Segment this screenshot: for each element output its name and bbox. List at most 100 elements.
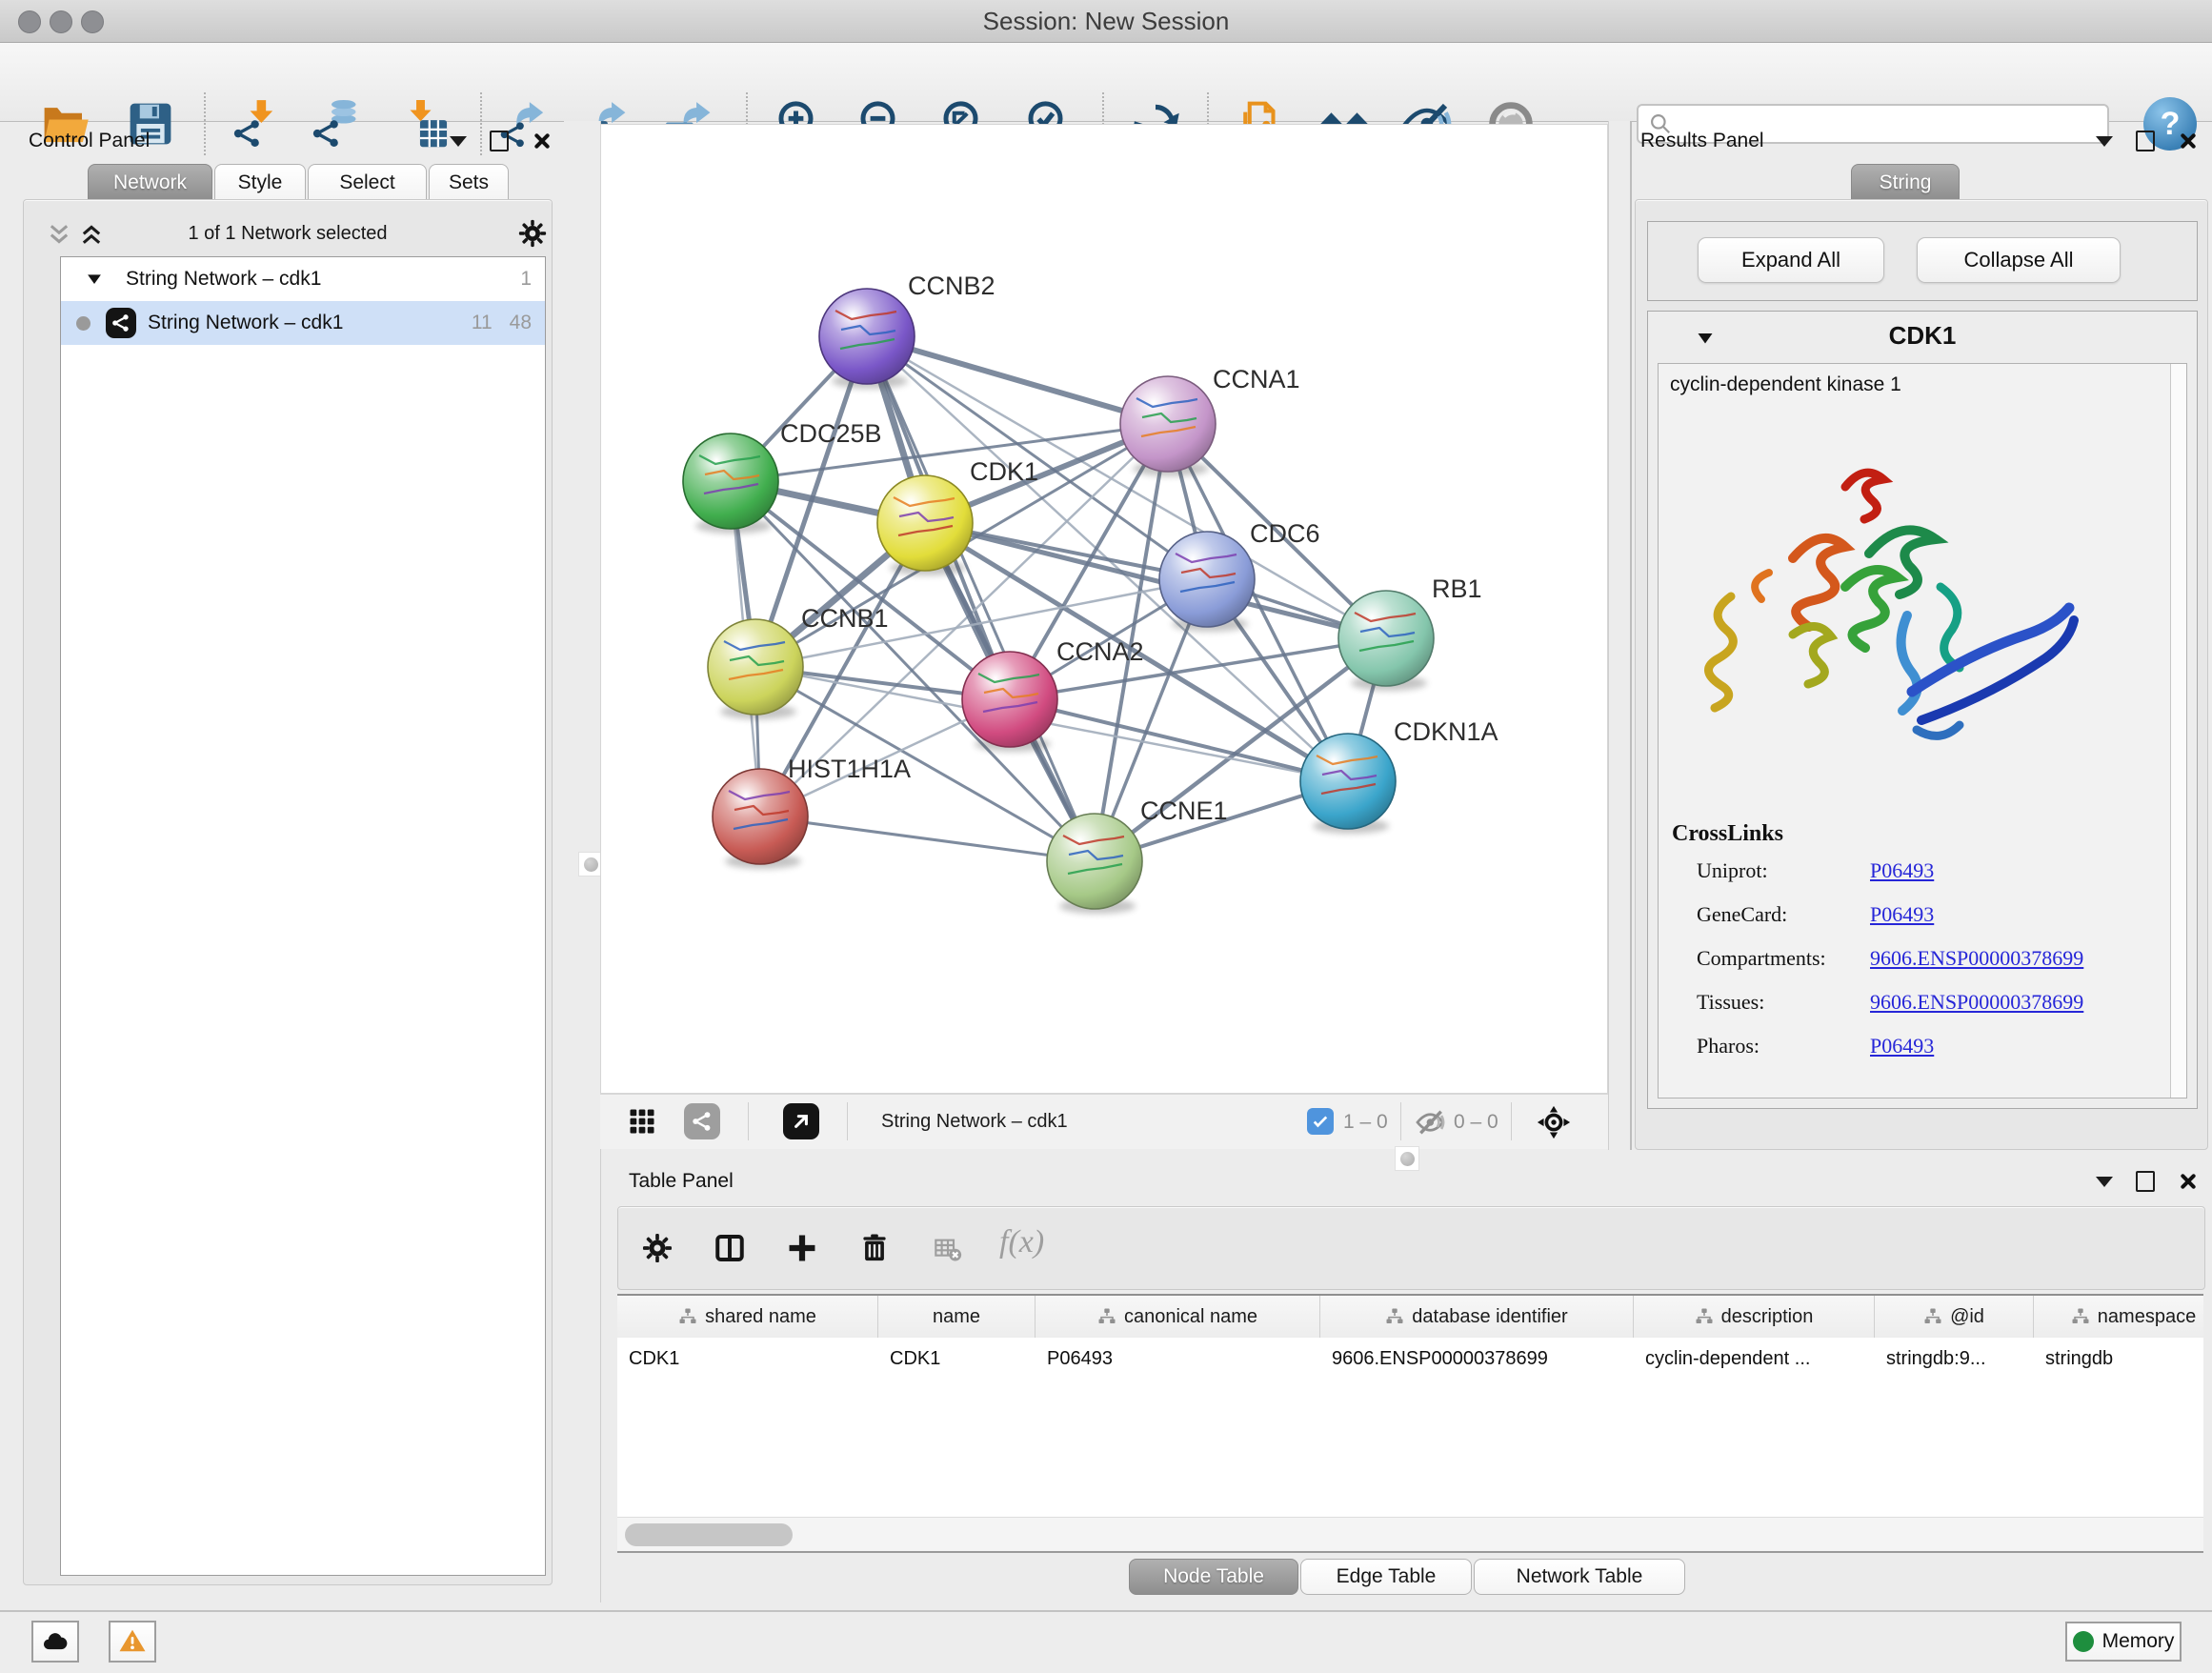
column-type-icon <box>2071 1307 2090 1326</box>
table-data-row[interactable]: CDK1CDK1P064939606.ENSP00000378699cyclin… <box>617 1338 2203 1380</box>
node-label: RB1 <box>1432 574 1482 603</box>
delete-column-icon[interactable] <box>858 1232 891 1264</box>
table-hscrollbar[interactable] <box>617 1517 2203 1552</box>
crosslink-uniprot-link[interactable]: P06493 <box>1870 858 1934 883</box>
warnings-button[interactable] <box>109 1621 156 1663</box>
network-node-CDC25B[interactable] <box>683 433 778 529</box>
tab-sets[interactable]: Sets <box>429 164 509 200</box>
panel-float-icon[interactable] <box>490 131 509 151</box>
panel-float-icon[interactable] <box>2136 131 2155 151</box>
open-in-window-chip[interactable] <box>783 1103 819 1139</box>
network-panel-body: 1 of 1 Network selected String Network –… <box>23 199 553 1585</box>
column-header-namespace[interactable]: namespace <box>2034 1296 2203 1338</box>
network-tree-child-row[interactable]: String Network – cdk1 11 48 <box>61 301 545 345</box>
network-node-CDK1[interactable] <box>877 475 973 571</box>
tree-expand-triangle-icon[interactable] <box>84 269 105 290</box>
network-canvas[interactable]: CCNB2CCNA1CDC25BCDK1CDC6RB1CCNB1CCNA2CDK… <box>600 124 1608 1094</box>
hscrollbar-thumb[interactable] <box>625 1523 793 1546</box>
column-header-database-identifier[interactable]: database identifier <box>1320 1296 1634 1338</box>
network-node-CDC6[interactable] <box>1159 532 1255 627</box>
network-node-RB1[interactable] <box>1338 591 1434 686</box>
network-node-CCNA2[interactable] <box>962 652 1057 747</box>
expand-all-button[interactable]: Expand All <box>1698 237 1884 283</box>
network-edge[interactable] <box>760 816 1095 861</box>
panel-float-icon[interactable] <box>2136 1171 2155 1192</box>
column-header-canonical-name[interactable]: canonical name <box>1036 1296 1320 1338</box>
tab-network[interactable]: Network <box>88 164 212 200</box>
gene-description: cyclin-dependent kinase 1 <box>1670 373 1901 396</box>
collapse-all-button[interactable]: Collapse All <box>1917 237 2121 283</box>
crosshair-icon[interactable] <box>1536 1104 1572 1140</box>
tab-network-table[interactable]: Network Table <box>1474 1559 1685 1595</box>
add-column-icon[interactable] <box>786 1232 818 1264</box>
node-label: CDK1 <box>970 457 1038 486</box>
network-node-CCNB2[interactable] <box>819 289 915 384</box>
control-panel-title: Control Panel <box>29 130 150 152</box>
tab-select[interactable]: Select <box>308 164 427 200</box>
column-type-icon <box>1695 1307 1714 1326</box>
column-type-icon <box>1385 1307 1404 1326</box>
selected-checkbox[interactable] <box>1307 1108 1334 1135</box>
network-tree-root-row[interactable]: String Network – cdk1 1 <box>61 257 545 301</box>
left-splitter[interactable] <box>564 121 601 1602</box>
network-view-title: String Network – cdk1 <box>881 1095 1068 1149</box>
memory-label: Memory <box>2102 1630 2175 1653</box>
column-header-description[interactable]: description <box>1634 1296 1875 1338</box>
network-graph: CCNB2CCNA1CDC25BCDK1CDC6RB1CCNB1CCNA2CDK… <box>601 125 1607 1093</box>
panel-menu-icon[interactable] <box>2096 1177 2113 1187</box>
main-toolbar: ? <box>0 43 2212 122</box>
crosslink-genecard-link[interactable]: P06493 <box>1870 902 1934 927</box>
tab-node-table[interactable]: Node Table <box>1129 1559 1298 1595</box>
crosslink-compartments-link[interactable]: 9606.ENSP00000378699 <box>1870 946 2083 971</box>
right-splitter[interactable] <box>1608 121 1632 1150</box>
table-cell[interactable]: stringdb <box>2034 1338 2203 1380</box>
table-settings-gear-icon[interactable] <box>641 1232 674 1264</box>
show-columns-icon[interactable] <box>714 1232 746 1264</box>
memory-button[interactable]: Memory <box>2065 1622 2182 1662</box>
table-cell[interactable]: cyclin-dependent ... <box>1634 1338 1875 1380</box>
network-tree: String Network – cdk1 1 String Network –… <box>60 256 546 1576</box>
table-cell[interactable]: stringdb:9... <box>1875 1338 2034 1380</box>
tab-string[interactable]: String <box>1851 164 1960 200</box>
tab-edge-table[interactable]: Edge Table <box>1300 1559 1472 1595</box>
arrow-ne-icon <box>789 1109 814 1134</box>
network-node-CCNE1[interactable] <box>1047 814 1142 909</box>
panel-close-icon[interactable] <box>2178 131 2197 151</box>
crosslink-tissues-link[interactable]: 9606.ENSP00000378699 <box>1870 990 2083 1015</box>
network-node-CDKN1A[interactable] <box>1300 734 1396 829</box>
network-node-CCNB1[interactable] <box>708 619 803 715</box>
network-node-CCNA1[interactable] <box>1120 376 1216 472</box>
share-view-chip[interactable] <box>684 1103 720 1139</box>
crosslink-row: Tissues: <box>1697 990 1764 1015</box>
share-network-icon <box>111 313 131 333</box>
table-cell[interactable]: 9606.ENSP00000378699 <box>1320 1338 1634 1380</box>
table-panel-header: Table Panel <box>600 1164 2212 1199</box>
table-cell[interactable]: CDK1 <box>617 1338 878 1380</box>
network-status-dot-icon <box>76 316 90 331</box>
network-view-toolbar: String Network – cdk1 1 – 0 0 – 0 <box>600 1094 1608 1149</box>
delete-table-icon[interactable] <box>933 1234 963 1264</box>
panel-close-icon[interactable] <box>2178 1172 2197 1191</box>
network-node-HIST1H1A[interactable] <box>713 769 808 864</box>
cloud-status-button[interactable] <box>31 1621 79 1663</box>
table-cell[interactable]: CDK1 <box>878 1338 1036 1380</box>
crosslink-pharos-link[interactable]: P06493 <box>1870 1034 1934 1058</box>
panel-menu-icon[interactable] <box>450 136 467 147</box>
column-header-name[interactable]: name <box>878 1296 1036 1338</box>
tab-style[interactable]: Style <box>214 164 306 200</box>
column-type-icon <box>1097 1307 1116 1326</box>
hidden-eye-slash-icon[interactable] <box>1416 1107 1446 1138</box>
crosslink-row: GeneCard: <box>1697 902 1787 927</box>
node-label: CCNA1 <box>1213 365 1300 393</box>
results-scrollbar[interactable] <box>2170 364 2186 1098</box>
column-header--id[interactable]: @id <box>1875 1296 2034 1338</box>
panel-menu-icon[interactable] <box>2096 136 2113 147</box>
grid-view-icon[interactable] <box>628 1107 656 1136</box>
network-options-gear-icon[interactable] <box>517 218 548 249</box>
node-count: 11 <box>472 312 493 334</box>
function-builder-fx[interactable]: f(x) <box>999 1224 1044 1260</box>
column-header-shared-name[interactable]: shared name <box>617 1296 878 1338</box>
hidden-count-badge: 0 – 0 <box>1454 1095 1498 1149</box>
panel-close-icon[interactable] <box>532 131 551 151</box>
table-cell[interactable]: P06493 <box>1036 1338 1320 1380</box>
